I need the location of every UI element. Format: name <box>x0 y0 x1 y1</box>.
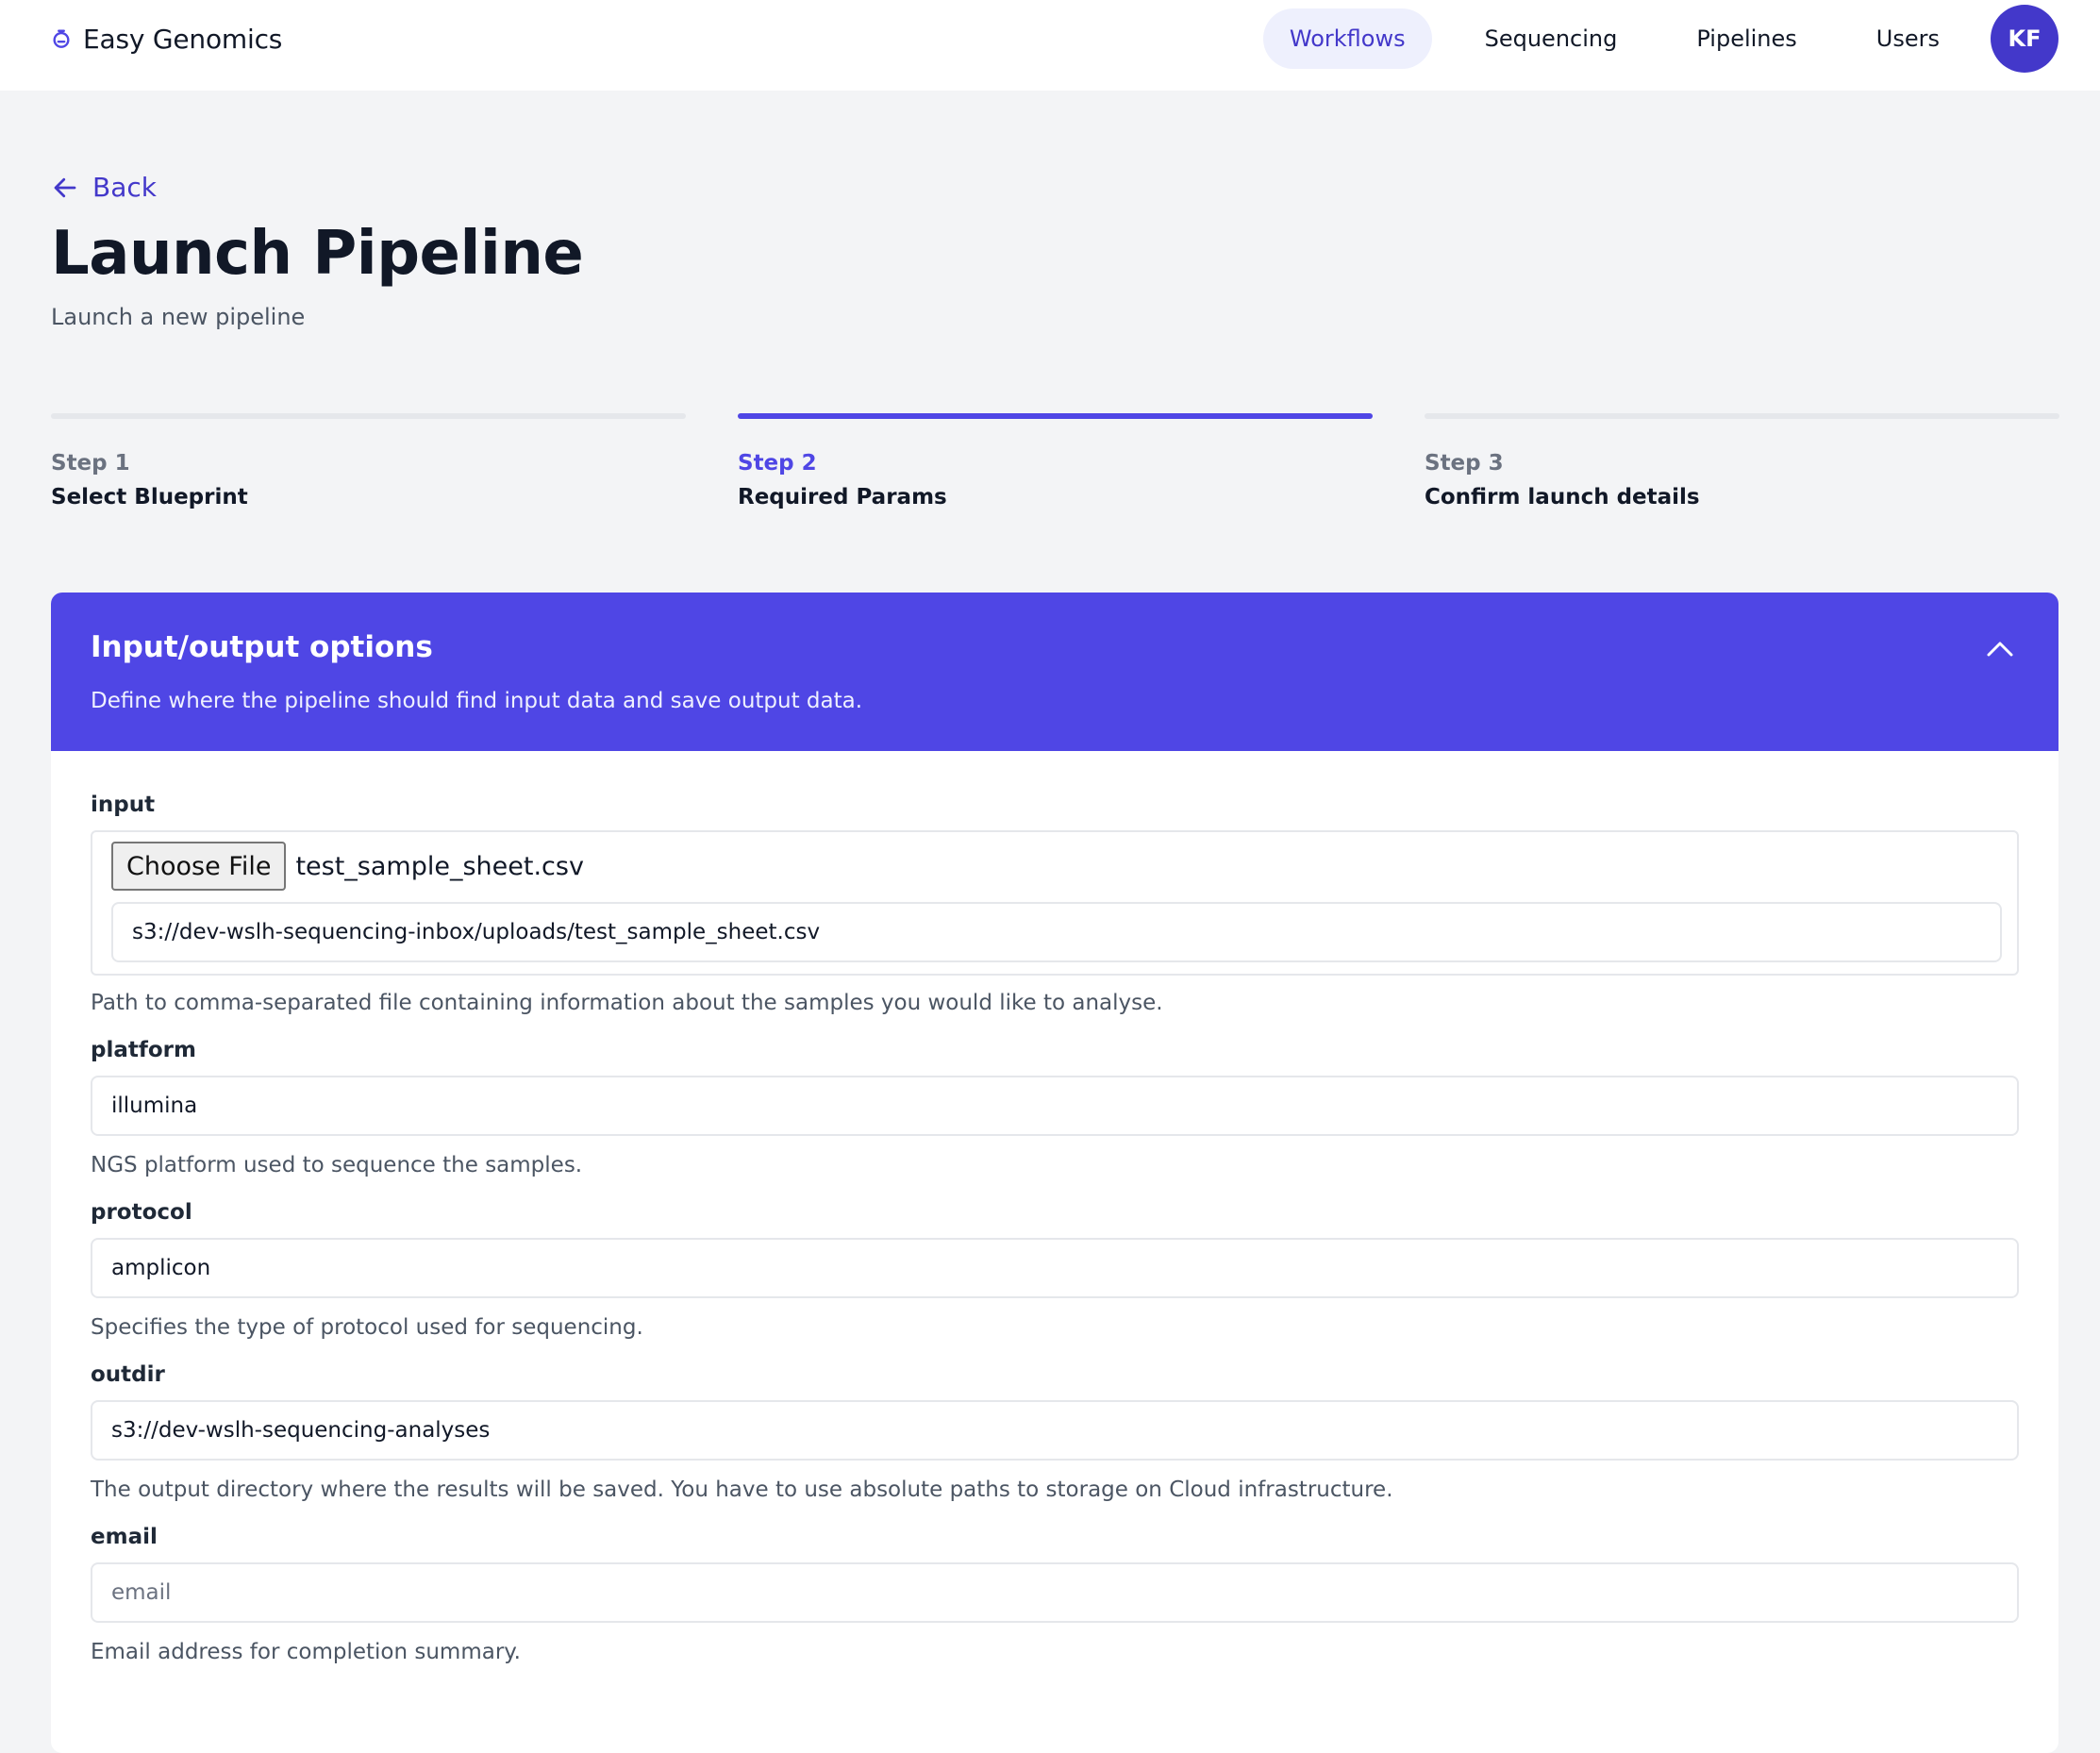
nav-item-users[interactable]: Users <box>1850 8 1966 69</box>
field-label-protocol: protocol <box>91 1200 192 1225</box>
brand[interactable]: Easy Genomics <box>51 0 282 77</box>
file-picker: Choose File test_sample_sheet.csv <box>111 842 1998 891</box>
field-label-outdir: outdir <box>91 1362 165 1387</box>
step-number: Step 2 <box>738 451 817 476</box>
platform-help-text: NGS platform used to sequence the sample… <box>91 1153 583 1177</box>
chevron-up-icon[interactable] <box>1983 632 2017 666</box>
step-name: Select Blueprint <box>51 485 248 509</box>
params-card: Input/output options Define where the pi… <box>51 593 2058 1753</box>
back-label: Back <box>92 172 157 203</box>
platform-field[interactable] <box>91 1076 2019 1136</box>
main-nav: Workflows Sequencing Pipelines Users KF <box>1237 5 2058 73</box>
page-title: Launch Pipeline <box>51 219 584 289</box>
step-progress-bar <box>738 413 1373 419</box>
outdir-help-text: The output directory where the results w… <box>91 1478 1393 1502</box>
step-progress-bar <box>51 413 686 419</box>
field-label-platform: platform <box>91 1038 196 1062</box>
protocol-help-text: Specifies the type of protocol used for … <box>91 1315 643 1340</box>
input-path-field[interactable] <box>111 902 2002 962</box>
choose-file-button[interactable]: Choose File <box>111 842 287 891</box>
section-description: Define where the pipeline should find in… <box>91 689 863 713</box>
section-header[interactable]: Input/output options Define where the pi… <box>51 593 2058 751</box>
brand-name: Easy Genomics <box>83 23 283 55</box>
nav-item-pipelines[interactable]: Pipelines <box>1670 8 1823 69</box>
page-subtitle: Launch a new pipeline <box>51 304 306 330</box>
selected-file-name: test_sample_sheet.csv <box>295 851 584 881</box>
top-navbar: Easy Genomics Workflows Sequencing Pipel… <box>0 0 2100 91</box>
back-link[interactable]: Back <box>51 172 157 203</box>
step-2[interactable]: Step 2 Required Params <box>738 413 1373 509</box>
section-title: Input/output options <box>91 630 433 664</box>
step-number: Step 3 <box>1425 451 1504 476</box>
input-help-text: Path to comma-separated file containing … <box>91 991 1163 1015</box>
step-name: Required Params <box>738 485 947 509</box>
field-label-email: email <box>91 1525 158 1549</box>
arrow-left-icon <box>51 174 79 202</box>
nav-item-sequencing[interactable]: Sequencing <box>1458 8 1644 69</box>
email-field[interactable] <box>91 1562 2019 1623</box>
section-body: input Choose File test_sample_sheet.csv … <box>51 751 2058 1664</box>
email-help-text: Email address for completion summary. <box>91 1640 521 1664</box>
field-label-input: input <box>91 793 156 817</box>
outdir-field[interactable] <box>91 1400 2019 1461</box>
user-avatar[interactable]: KF <box>1991 5 2058 73</box>
step-number: Step 1 <box>51 451 130 476</box>
input-file-box: Choose File test_sample_sheet.csv <box>91 830 2019 976</box>
step-1[interactable]: Step 1 Select Blueprint <box>51 413 686 509</box>
step-3[interactable]: Step 3 Confirm launch details <box>1425 413 2059 509</box>
step-progress-bar <box>1425 413 2059 419</box>
protocol-field[interactable] <box>91 1238 2019 1298</box>
stopwatch-logo-icon <box>51 28 72 49</box>
step-name: Confirm launch details <box>1425 485 1700 509</box>
nav-item-workflows[interactable]: Workflows <box>1262 8 1432 69</box>
